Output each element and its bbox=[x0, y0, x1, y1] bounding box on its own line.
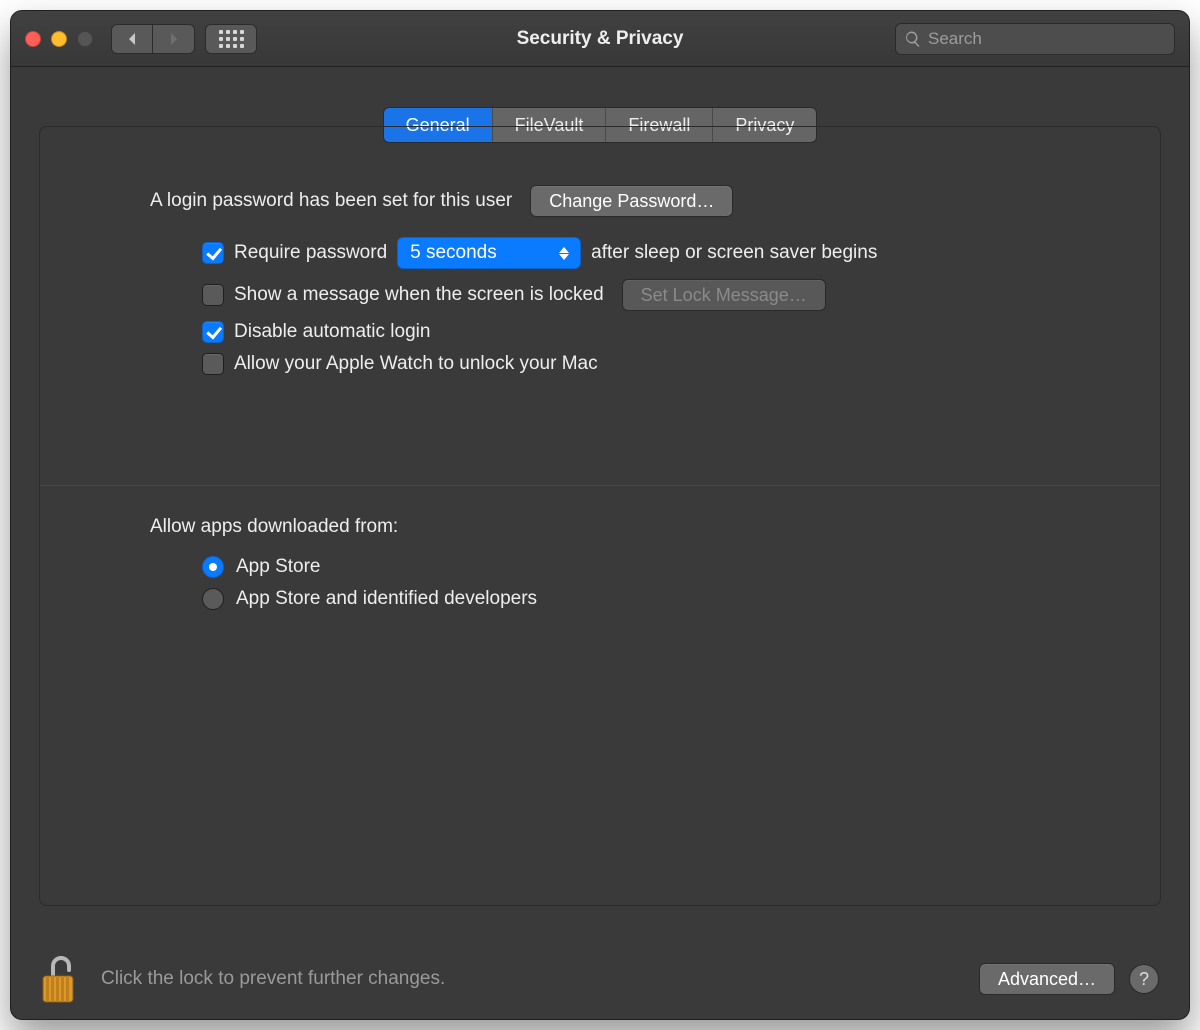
apple-watch-checkbox[interactable] bbox=[202, 353, 224, 375]
search-field[interactable] bbox=[895, 23, 1175, 55]
require-password-label-pre: Require password bbox=[234, 242, 387, 264]
gatekeeper-option-identified-row: App Store and identified developers bbox=[150, 588, 1120, 610]
require-password-row: Require password 5 seconds after sleep o… bbox=[150, 237, 1120, 269]
disable-auto-login-label: Disable automatic login bbox=[234, 321, 430, 343]
show-message-checkbox[interactable] bbox=[202, 284, 224, 306]
general-panel: A login password has been set for this u… bbox=[39, 126, 1161, 906]
login-password-text: A login password has been set for this u… bbox=[150, 190, 512, 212]
gatekeeper-label-identified: App Store and identified developers bbox=[236, 588, 537, 610]
lock-icon[interactable] bbox=[41, 954, 81, 1004]
require-password-delay-select[interactable]: 5 seconds bbox=[397, 237, 581, 269]
search-icon bbox=[904, 30, 922, 48]
require-password-checkbox[interactable] bbox=[202, 242, 224, 264]
stepper-icon bbox=[556, 247, 572, 260]
show-all-button[interactable] bbox=[205, 24, 257, 54]
require-password-label-post: after sleep or screen saver begins bbox=[591, 242, 877, 264]
lock-hint-text: Click the lock to prevent further change… bbox=[101, 968, 445, 990]
panel-divider bbox=[40, 485, 1160, 486]
footer: Click the lock to prevent further change… bbox=[11, 939, 1189, 1019]
content-area: General FileVault Firewall Privacy A log… bbox=[11, 67, 1189, 906]
help-button[interactable]: ? bbox=[1129, 964, 1159, 994]
chevron-left-icon bbox=[126, 32, 138, 46]
change-password-button[interactable]: Change Password… bbox=[530, 185, 733, 217]
zoom-window-button[interactable] bbox=[77, 31, 93, 47]
show-message-row: Show a message when the screen is locked… bbox=[150, 279, 1120, 311]
set-lock-message-button[interactable]: Set Lock Message… bbox=[622, 279, 826, 311]
advanced-button[interactable]: Advanced… bbox=[979, 963, 1115, 995]
titlebar: Security & Privacy bbox=[11, 11, 1189, 67]
grid-icon bbox=[219, 30, 244, 48]
gatekeeper-label-appstore: App Store bbox=[236, 556, 321, 578]
apple-watch-row: Allow your Apple Watch to unlock your Ma… bbox=[150, 353, 1120, 375]
gatekeeper-radio-identified[interactable] bbox=[202, 588, 224, 610]
minimize-window-button[interactable] bbox=[51, 31, 67, 47]
close-window-button[interactable] bbox=[25, 31, 41, 47]
require-password-delay-value: 5 seconds bbox=[410, 242, 497, 264]
show-message-label: Show a message when the screen is locked bbox=[234, 284, 604, 306]
chevron-right-icon bbox=[168, 32, 180, 46]
gatekeeper-title: Allow apps downloaded from: bbox=[150, 516, 1120, 538]
disable-auto-login-checkbox[interactable] bbox=[202, 321, 224, 343]
disable-auto-login-row: Disable automatic login bbox=[150, 321, 1120, 343]
preferences-window: Security & Privacy General FileVault Fir… bbox=[10, 10, 1190, 1020]
forward-button[interactable] bbox=[153, 24, 195, 54]
gatekeeper-option-appstore-row: App Store bbox=[150, 556, 1120, 578]
login-password-row: A login password has been set for this u… bbox=[150, 185, 1120, 217]
nav-segment bbox=[111, 24, 195, 54]
search-input[interactable] bbox=[928, 29, 1166, 49]
gatekeeper-radio-appstore[interactable] bbox=[202, 556, 224, 578]
back-button[interactable] bbox=[111, 24, 153, 54]
apple-watch-label: Allow your Apple Watch to unlock your Ma… bbox=[234, 353, 598, 375]
window-controls bbox=[25, 31, 93, 47]
